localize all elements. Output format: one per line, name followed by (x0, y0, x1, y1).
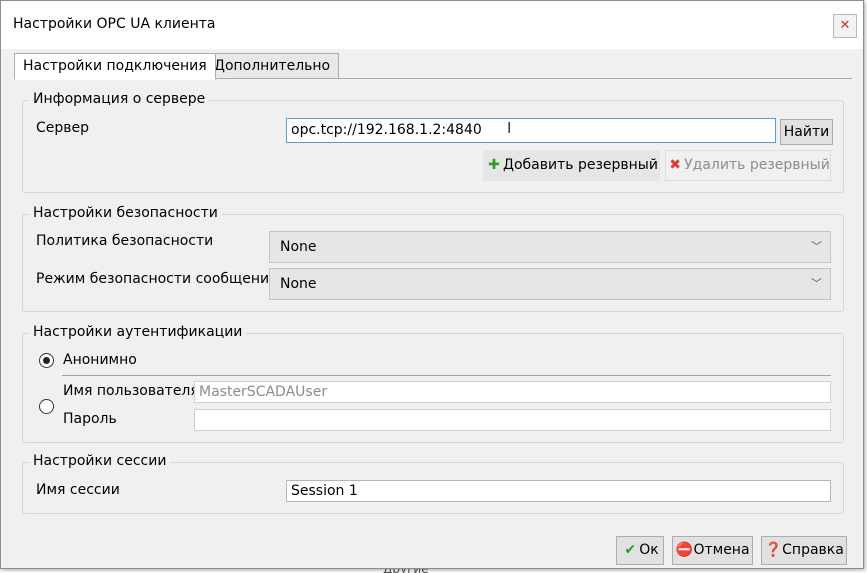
find-server-button[interactable]: Найти (780, 119, 833, 145)
message-security-mode-label: Режим безопасности сообщений (36, 271, 279, 287)
session-name-value: Session 1 (291, 483, 358, 499)
message-security-mode-select[interactable]: None ﹀ (269, 268, 831, 300)
security-policy-select[interactable]: None ﹀ (269, 231, 831, 263)
server-label: Сервер (36, 120, 90, 136)
group-title: Настройки безопасности (29, 205, 222, 221)
message-security-mode-value: None (280, 276, 317, 292)
security-policy-value: None (280, 239, 317, 255)
username-value: MasterSCADAUser (199, 384, 328, 400)
remove-backup-label: Удалить резервный (684, 157, 830, 173)
plus-icon: ✚ (488, 157, 500, 173)
username-input[interactable]: MasterSCADAUser (194, 381, 831, 403)
help-icon: ❓ (764, 542, 782, 558)
title-bar[interactable]: Настройки OPC UA клиента ✕ (1, 1, 863, 49)
opc-ua-client-settings-dialog: Настройки OPC UA клиента ✕ Настройки под… (0, 0, 864, 569)
cancel-button[interactable]: ⛔Отмена (672, 536, 753, 565)
server-address-input[interactable]: opc.tcp://192.168.1.2:4840 (286, 118, 776, 143)
ok-button[interactable]: ✔ Ок (616, 536, 664, 565)
anonymous-label: Анонимно (63, 352, 137, 368)
tab-label: Настройки подключения (23, 58, 207, 74)
security-policy-label: Политика безопасности (36, 233, 214, 249)
authentication-settings-group: Настройки аутентификации Анонимно Имя по… (22, 324, 844, 443)
find-button-label: Найти (783, 124, 830, 140)
add-backup-server-button[interactable]: ✚ Добавить резервный (483, 150, 660, 181)
server-address-value: opc.tcp://192.168.1.2:4840 (291, 122, 482, 138)
help-label: Справка (782, 542, 844, 558)
window-title: Настройки OPC UA клиента (13, 16, 216, 32)
checkmark-icon: ✔ (624, 542, 637, 558)
session-settings-group: Настройки сессии Имя сессии Session 1 (22, 453, 844, 514)
tab-connection-settings[interactable]: Настройки подключения (14, 53, 216, 80)
chevron-down-icon: ﹀ (811, 277, 822, 290)
tab-label: Дополнительно (214, 58, 331, 74)
password-input[interactable] (194, 409, 831, 431)
password-label: Пароль (63, 411, 117, 427)
group-title: Настройки сессии (29, 453, 171, 469)
chevron-down-icon: ﹀ (811, 240, 822, 253)
username-label: Имя пользователя (63, 383, 199, 399)
security-settings-group: Настройки безопасности Политика безопасн… (22, 205, 844, 312)
remove-backup-server-button[interactable]: ✖ Удалить резервный (665, 150, 831, 181)
server-info-group: Информация о сервере Сервер opc.tcp://19… (22, 91, 844, 193)
x-icon: ✖ (669, 157, 681, 173)
session-name-input[interactable]: Session 1 (286, 480, 831, 502)
group-title: Информация о сервере (29, 91, 210, 107)
text-cursor-icon: I (507, 119, 512, 137)
close-icon: ✕ (839, 18, 851, 33)
cancel-label: Отмена (693, 542, 750, 558)
help-button[interactable]: ❓Справка (761, 536, 847, 565)
no-entry-icon: ⛔ (675, 542, 694, 558)
username-password-radio[interactable] (39, 399, 54, 414)
auth-separator (62, 375, 831, 376)
add-backup-label: Добавить резервный (503, 157, 658, 173)
session-name-label: Имя сессии (36, 482, 120, 498)
ok-label: Ок (639, 542, 659, 558)
tab-additional[interactable]: Дополнительно (205, 53, 340, 79)
group-title: Настройки аутентификации (29, 324, 247, 340)
anonymous-radio[interactable] (39, 353, 54, 368)
close-button[interactable]: ✕ (833, 14, 857, 38)
